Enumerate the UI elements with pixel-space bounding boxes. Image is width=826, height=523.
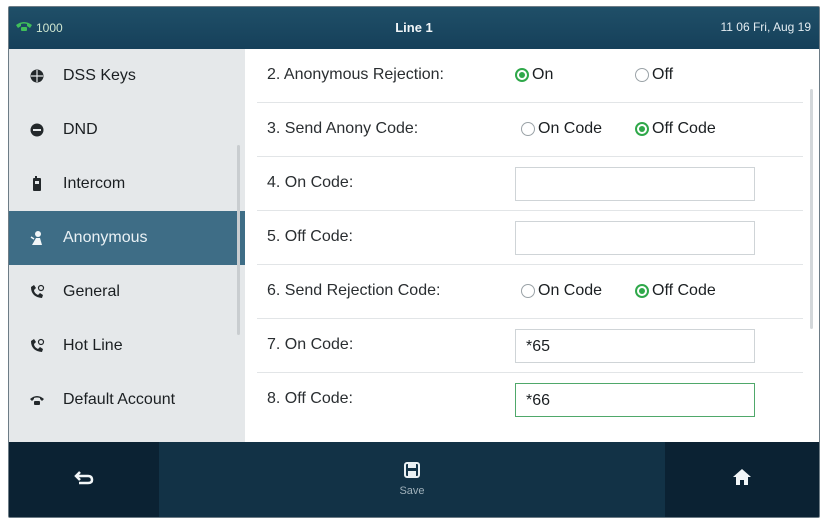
send-anony-code-row: 3. Send Anony Code: On Code Off Code: [257, 103, 803, 157]
radio-selected-icon: [635, 284, 649, 298]
save-button[interactable]: Save: [159, 442, 665, 517]
settings-panel: 2. Anonymous Rejection: On Off 3. Send A…: [245, 49, 819, 442]
home-button[interactable]: [665, 442, 819, 517]
rejection-on-code-row: 7. On Code: *65: [257, 319, 803, 373]
anonymous-rejection-on-radio[interactable]: On: [515, 66, 553, 84]
sidebar-item-label: General: [63, 283, 120, 300]
phone-settings-icon: [27, 336, 47, 356]
sidebar-item-hot-line[interactable]: Hot Line: [9, 319, 245, 373]
radio-unselected-icon: [521, 284, 535, 298]
field-label: 4. On Code:: [267, 174, 354, 191]
radio-label: On Code: [538, 120, 603, 137]
radio-selected-icon: [635, 122, 649, 136]
anony-off-code-input[interactable]: [515, 221, 755, 255]
sidebar-item-default-account[interactable]: Default Account: [9, 373, 245, 427]
field-label: 8. Off Code:: [267, 390, 353, 407]
radio-unselected-icon: [635, 68, 649, 82]
field-label: 6. Send Rejection Code:: [267, 282, 441, 299]
send-rejection-on-code-radio[interactable]: On Code: [521, 282, 602, 300]
sidebar-item-label: DND: [63, 121, 98, 138]
field-label: 7. On Code:: [267, 336, 354, 353]
sidebar-item-intercom[interactable]: Intercom: [9, 157, 245, 211]
sidebar-item-general[interactable]: General: [9, 265, 245, 319]
intercom-icon: [27, 174, 47, 194]
rejection-off-code-input[interactable]: *66: [515, 383, 755, 417]
send-anony-off-code-radio[interactable]: Off Code: [635, 120, 716, 138]
send-rejection-off-code-radio[interactable]: Off Code: [635, 282, 716, 300]
radio-label: On Code: [538, 282, 603, 299]
send-anony-on-code-radio[interactable]: On Code: [521, 120, 602, 138]
anony-off-code-row: 5. Off Code:: [257, 211, 803, 265]
sidebar: DSS Keys DND Intercom Anonymous General …: [9, 49, 245, 442]
radio-selected-icon: [515, 68, 529, 82]
save-label: Save: [399, 485, 425, 497]
home-icon: [732, 468, 752, 491]
anonymous-icon: [27, 228, 47, 248]
sidebar-item-label: Hot Line: [63, 337, 123, 354]
anonymous-rejection-row: 2. Anonymous Rejection: On Off: [257, 49, 803, 103]
settings-scrollbar[interactable]: [810, 89, 813, 329]
screen-title: Line 1: [395, 20, 433, 35]
phone-icon: [27, 390, 47, 410]
back-button[interactable]: [9, 442, 159, 517]
rejection-on-code-input[interactable]: *65: [515, 329, 755, 363]
radio-unselected-icon: [521, 122, 535, 136]
save-icon: [404, 462, 420, 483]
back-arrow-icon: [74, 469, 94, 490]
anony-on-code-input[interactable]: [515, 167, 755, 201]
sidebar-item-dnd[interactable]: DND: [9, 103, 245, 157]
sidebar-item-label: DSS Keys: [63, 67, 136, 84]
sidebar-item-dss-keys[interactable]: DSS Keys: [9, 49, 245, 103]
field-label: 2. Anonymous Rejection:: [267, 66, 444, 83]
dnd-icon: [27, 120, 47, 140]
anonymous-rejection-off-radio[interactable]: Off: [635, 66, 673, 84]
content-area: DSS Keys DND Intercom Anonymous General …: [9, 49, 819, 442]
radio-label: Off Code: [652, 120, 716, 137]
sidebar-scrollbar[interactable]: [237, 145, 240, 335]
sidebar-item-label: Default Account: [63, 391, 176, 408]
phone-screen: 1000 Line 1 11 06 Fri, Aug 19 DSS Keys D…: [8, 6, 820, 518]
sidebar-item-anonymous[interactable]: Anonymous: [9, 211, 245, 265]
softkey-bar: Save: [9, 442, 819, 517]
globe-icon: [27, 66, 47, 86]
sidebar-item-label: Intercom: [63, 175, 126, 192]
field-label: 3. Send Anony Code:: [267, 120, 419, 137]
radio-label: Off: [652, 66, 674, 83]
status-bar: 1000 Line 1 11 06 Fri, Aug 19: [9, 7, 819, 49]
sidebar-item-label: Anonymous: [63, 229, 148, 246]
phone-settings-icon: [27, 282, 47, 302]
anony-on-code-row: 4. On Code:: [257, 157, 803, 211]
rejection-off-code-row: 8. Off Code: *66: [257, 373, 803, 427]
radio-label: On: [532, 66, 554, 83]
date-time: 11 06 Fri, Aug 19: [720, 20, 811, 34]
field-label: 5. Off Code:: [267, 228, 353, 245]
radio-label: Off Code: [652, 282, 716, 299]
send-rejection-code-row: 6. Send Rejection Code: On Code Off Code: [257, 265, 803, 319]
